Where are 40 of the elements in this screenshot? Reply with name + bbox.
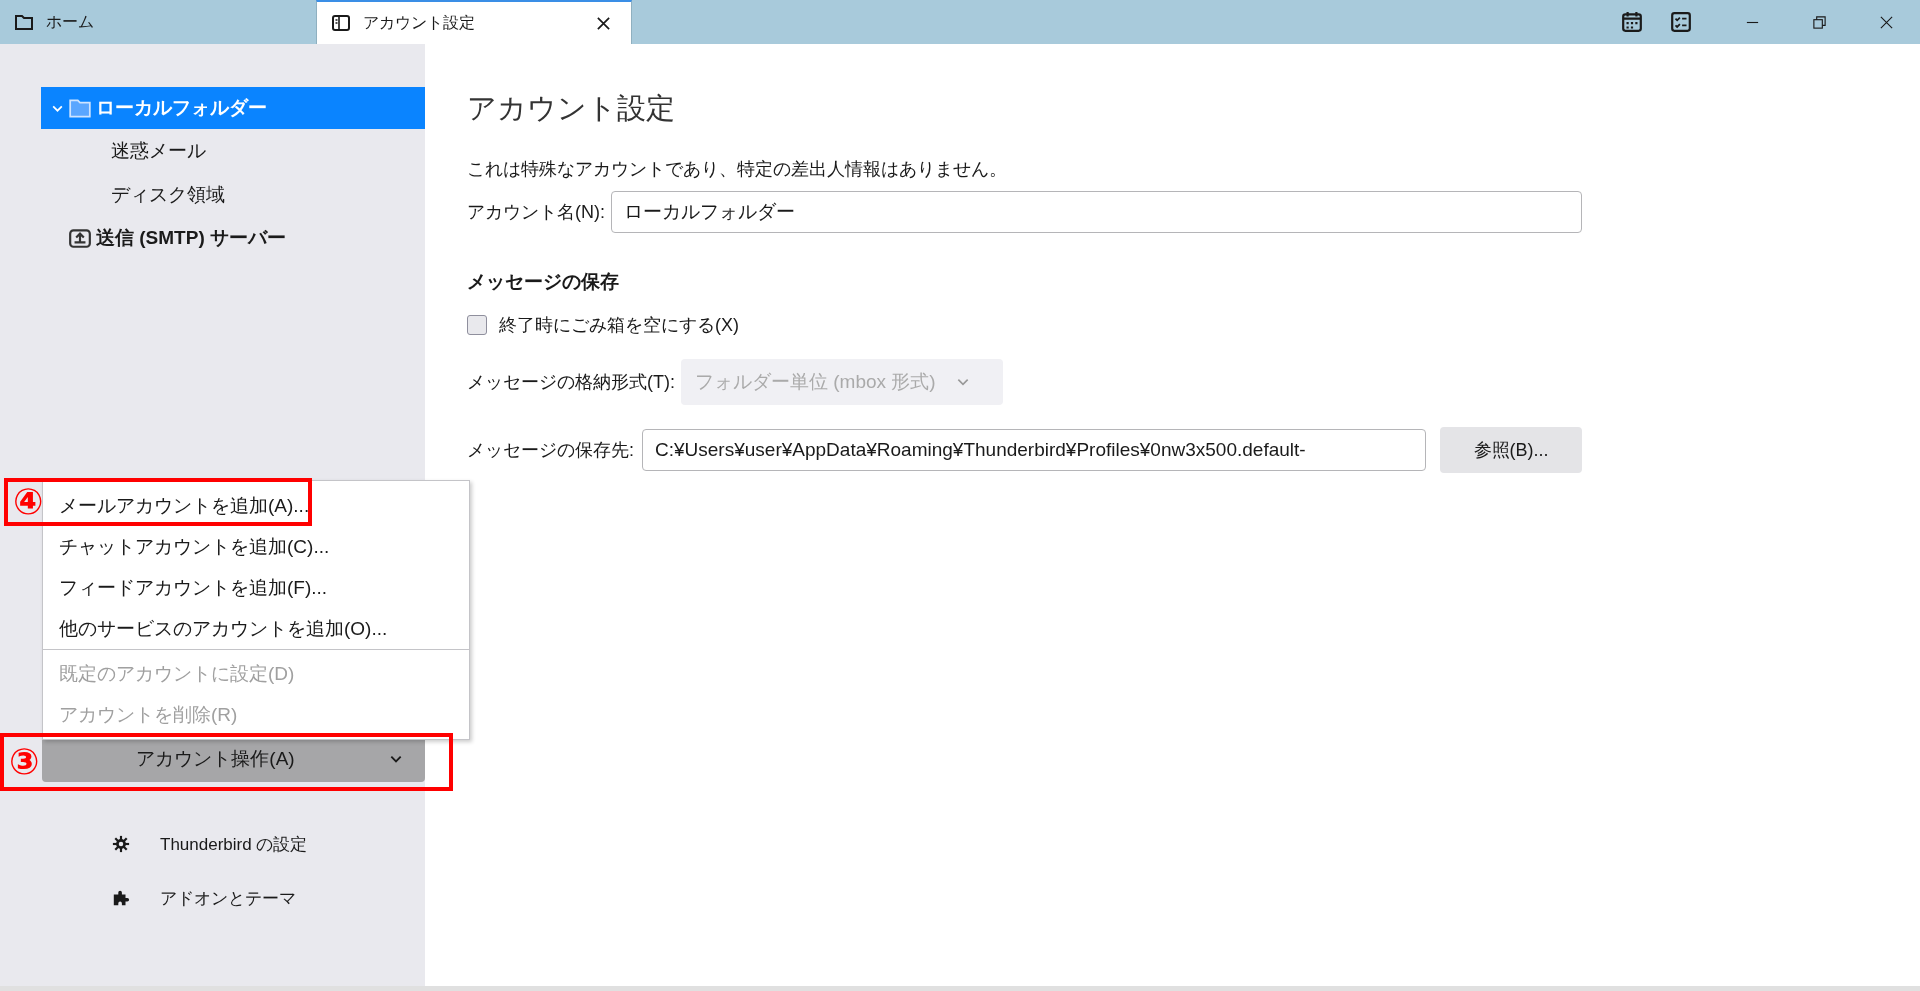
checkbox-label: 終了時にごみ箱を空にする(X) bbox=[499, 314, 739, 337]
description-text: これは特殊なアカウントであり、特定の差出人情報はありません。 bbox=[467, 158, 1008, 181]
folder-icon bbox=[14, 12, 34, 32]
tab[interactable]: アカウント設定 bbox=[316, 0, 632, 44]
step-number: ③ bbox=[8, 744, 40, 780]
field-label: アカウント名(N): bbox=[467, 201, 605, 224]
tree-item[interactable]: 迷惑メール bbox=[41, 129, 425, 173]
tree-item[interactable]: ローカルフォルダー bbox=[41, 87, 425, 129]
folder-path-field[interactable]: C:¥Users¥user¥AppData¥Roaming¥Thunderbird¥Profiles¥0nw3x500.default- bbox=[642, 429, 1426, 471]
tree-item[interactable]: ディスク領域 bbox=[41, 173, 425, 217]
tree-item-label: 送信 (SMTP) サーバー bbox=[96, 226, 286, 250]
browse-button[interactable]: 参照(B)... bbox=[1440, 427, 1582, 473]
puzzle-icon bbox=[112, 889, 130, 907]
close-icon[interactable] bbox=[596, 15, 611, 31]
close-icon[interactable] bbox=[1879, 14, 1894, 30]
folder-icon bbox=[68, 97, 92, 119]
section-title: メッセージの保存 bbox=[467, 270, 620, 294]
gear-icon bbox=[112, 835, 130, 853]
menu-item[interactable]: 他のサービスのアカウントを追加(O)... bbox=[43, 608, 469, 650]
sidebar-link[interactable]: Thunderbird の設定 bbox=[112, 824, 425, 864]
step-number: ④ bbox=[12, 484, 44, 520]
account-name-field[interactable]: ローカルフォルダー bbox=[611, 191, 1582, 233]
tab-label: ホーム bbox=[46, 11, 95, 32]
page-title: アカウント設定 bbox=[467, 91, 676, 126]
checklist-icon[interactable] bbox=[1670, 11, 1692, 33]
restore-icon[interactable] bbox=[1812, 14, 1827, 30]
field-label: メッセージの保存先: bbox=[467, 439, 634, 462]
tab-label: アカウント設定 bbox=[363, 12, 476, 33]
tab[interactable]: ホーム bbox=[0, 0, 316, 44]
calendar-icon[interactable] bbox=[1621, 11, 1643, 33]
menu-item[interactable]: フィードアカウントを追加(F)... bbox=[43, 567, 469, 608]
field-label: メッセージの格納形式(T): bbox=[467, 371, 675, 394]
tree-item-label: ローカルフォルダー bbox=[96, 96, 267, 120]
menu-item[interactable]: チャットアカウントを追加(C)... bbox=[43, 526, 469, 567]
checkbox[interactable] bbox=[467, 315, 487, 335]
book-icon bbox=[331, 13, 351, 33]
outbox-icon bbox=[68, 227, 92, 249]
menu-item[interactable]: メールアカウントを追加(A)... bbox=[43, 485, 469, 526]
tree-item[interactable]: 送信 (SMTP) サーバー bbox=[41, 217, 425, 259]
sidebar-link[interactable]: アドオンとテーマ bbox=[112, 878, 425, 918]
